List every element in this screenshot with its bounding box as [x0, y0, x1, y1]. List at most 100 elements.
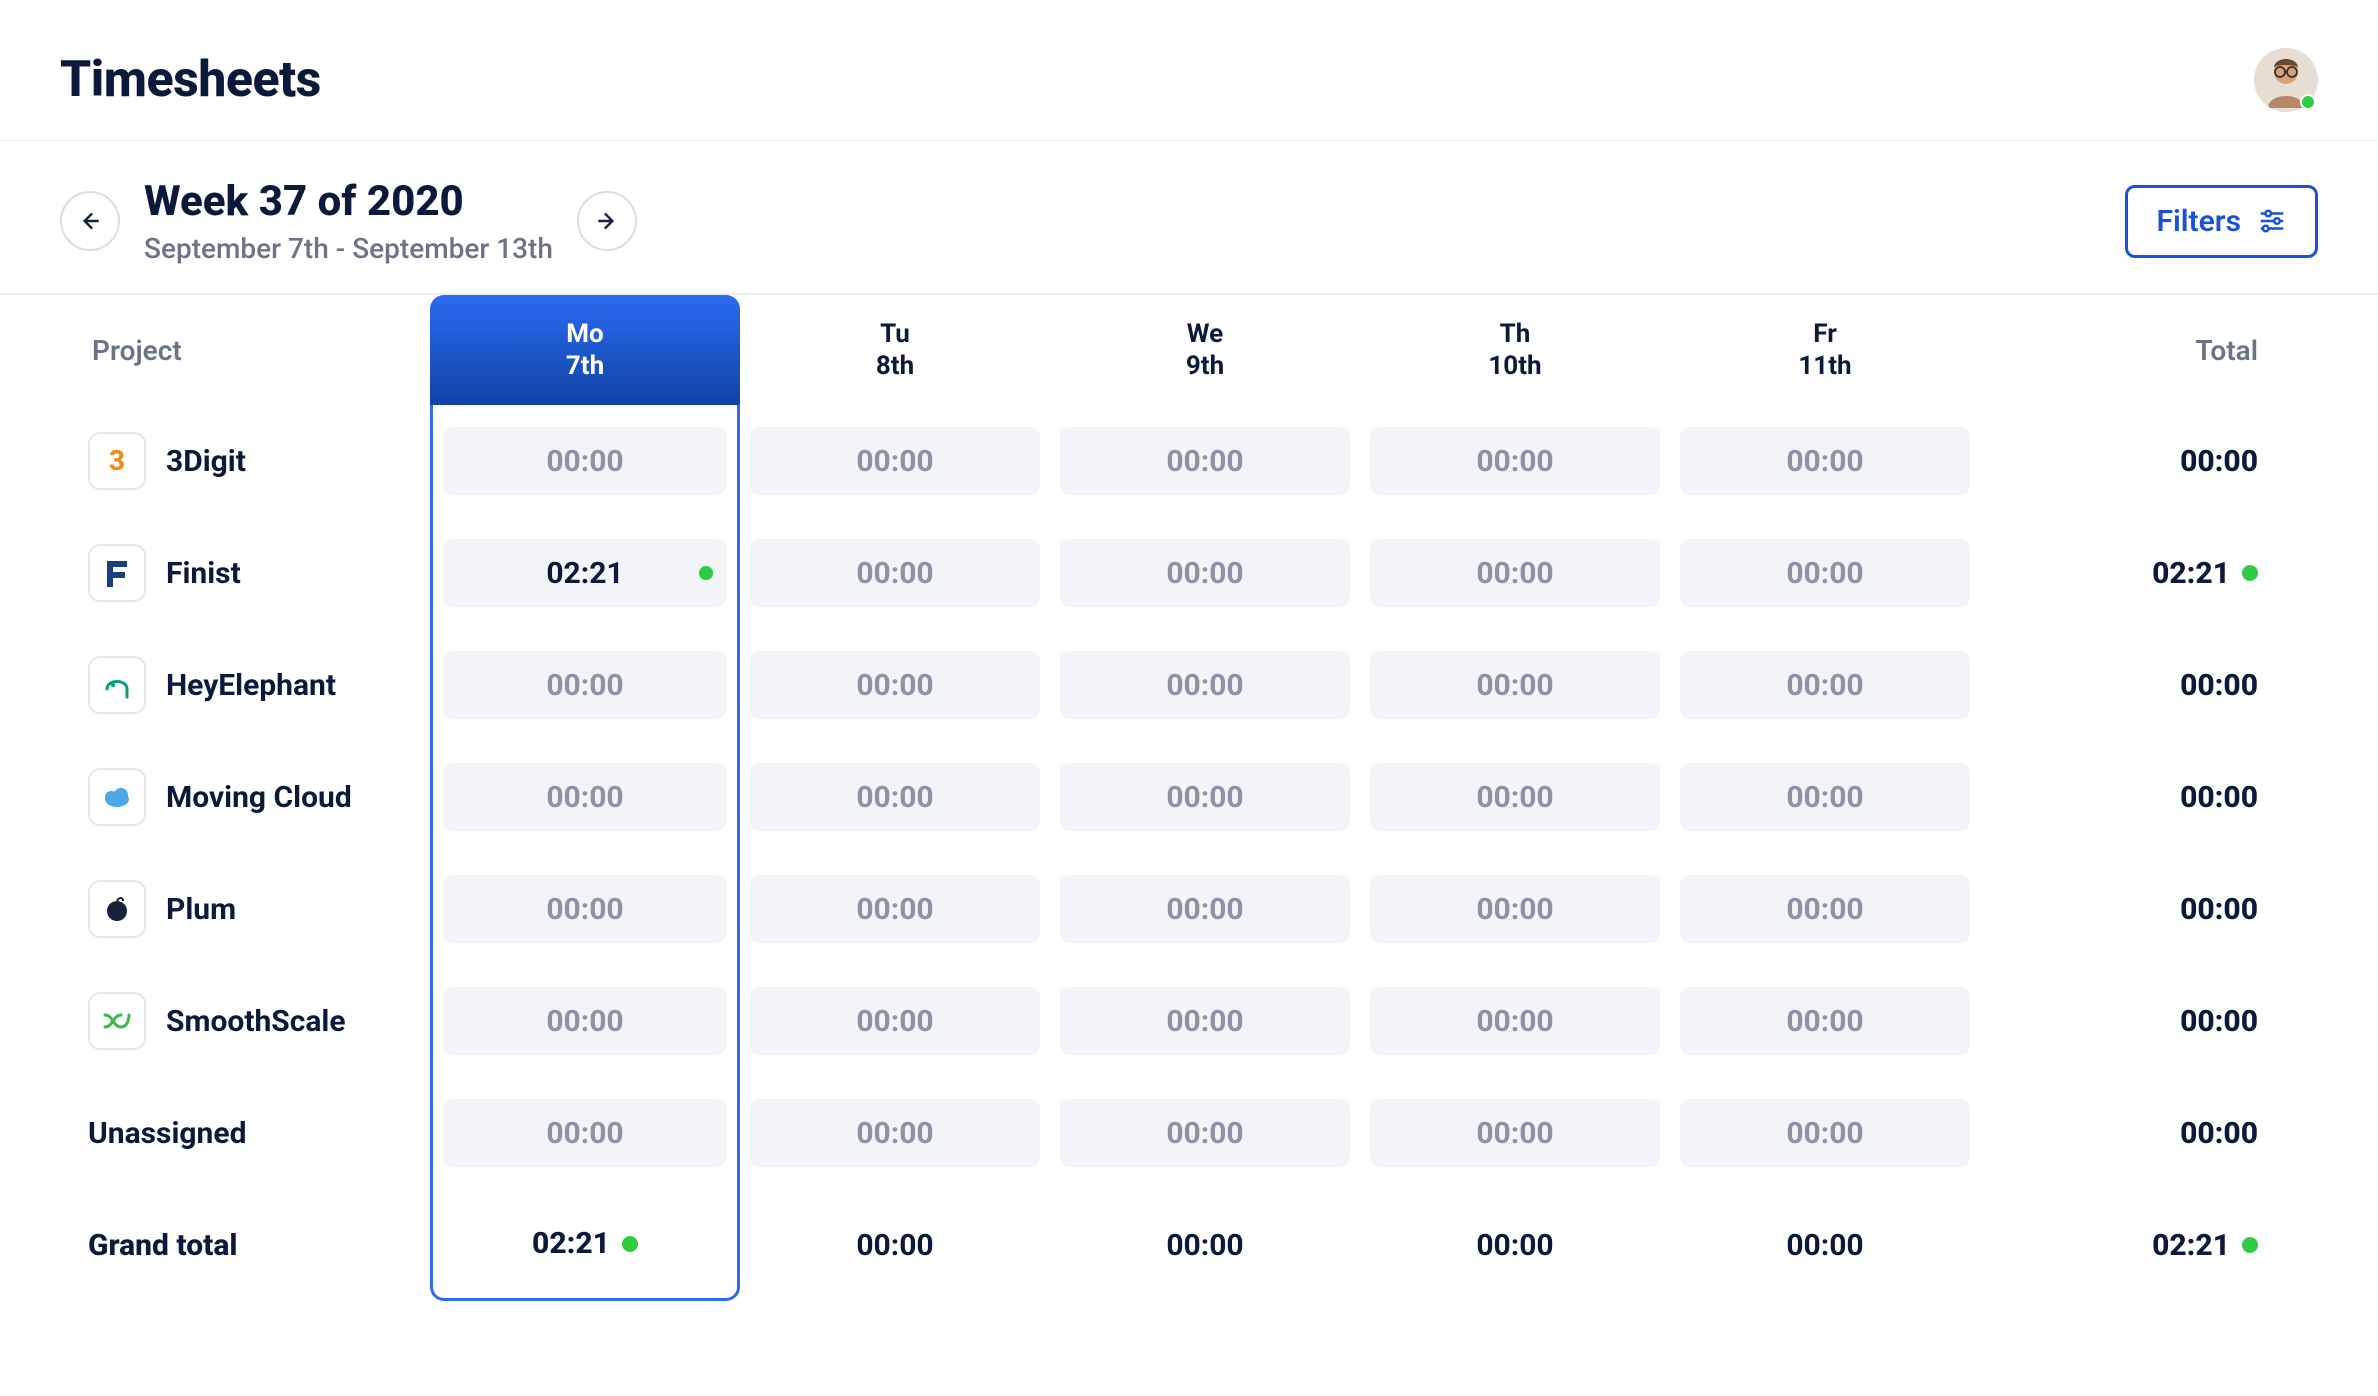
day-header-mo[interactable]: Mo 7th	[430, 295, 740, 405]
time-cell[interactable]: 00:00	[1680, 875, 1970, 943]
arrow-left-icon	[77, 208, 103, 234]
day-abbr: Tu	[880, 319, 910, 349]
time-cell[interactable]: 00:00	[1680, 651, 1970, 719]
time-cell[interactable]: 00:00	[1060, 763, 1350, 831]
time-value: 00:00	[1166, 556, 1243, 591]
day-abbr: Th	[1500, 319, 1531, 349]
time-value: 00:00	[546, 444, 623, 479]
time-cell[interactable]: 00:00	[1680, 763, 1970, 831]
time-cell[interactable]: 00:00	[1370, 651, 1660, 719]
table-row: HeyElephant 00:00 00:00 00:00	[60, 629, 2318, 741]
time-cell[interactable]: 00:00	[1680, 1099, 1970, 1167]
time-value: 00:00	[1166, 780, 1243, 815]
time-cell[interactable]: 00:00	[1060, 651, 1350, 719]
project-icon	[88, 656, 146, 714]
svg-text:3: 3	[109, 444, 125, 477]
grand-total-day: 00:00	[856, 1189, 933, 1301]
time-cell[interactable]: 00:00	[750, 539, 1040, 607]
time-value: 00:00	[1166, 892, 1243, 927]
table-row: Plum 00:00 00:00 00:00	[60, 853, 2318, 965]
time-cell[interactable]: 00:00	[750, 875, 1040, 943]
project-cell[interactable]: 33Digit	[60, 432, 430, 490]
grand-total-label-cell: Grand total	[60, 1228, 430, 1263]
day-header-we[interactable]: We 9th	[1050, 295, 1360, 405]
column-header-total: Total	[1980, 334, 2318, 367]
project-cell[interactable]: Finist	[60, 544, 430, 602]
time-cell[interactable]: 00:00	[443, 763, 727, 831]
time-value: 00:00	[1476, 780, 1553, 815]
time-cell[interactable]: 00:00	[1370, 763, 1660, 831]
time-cell[interactable]: 00:00	[1370, 875, 1660, 943]
time-cell[interactable]: 00:00	[1370, 539, 1660, 607]
row-total: 00:00	[1980, 1004, 2318, 1039]
row-total-value: 00:00	[2180, 668, 2258, 703]
day-header-th[interactable]: Th 10th	[1360, 295, 1670, 405]
time-value: 00:00	[1786, 892, 1863, 927]
row-total: 02:21	[1980, 556, 2318, 591]
prev-week-button[interactable]	[60, 191, 120, 251]
time-cell[interactable]: 00:00	[750, 427, 1040, 495]
time-cell[interactable]: 00:00	[443, 427, 727, 495]
time-value: 00:00	[1476, 1116, 1553, 1151]
sliders-icon	[2257, 206, 2287, 236]
project-icon	[88, 544, 146, 602]
row-total-value: 00:00	[2180, 780, 2258, 815]
time-value: 00:00	[546, 1116, 623, 1151]
running-dot-icon	[699, 566, 713, 580]
project-cell[interactable]: HeyElephant	[60, 656, 430, 714]
project-name: HeyElephant	[166, 668, 336, 703]
time-cell[interactable]: 00:00	[1680, 539, 1970, 607]
time-cell[interactable]: 00:00	[750, 1099, 1040, 1167]
time-cell[interactable]: 00:00	[1060, 539, 1350, 607]
day-ordinal: 9th	[1186, 351, 1224, 381]
time-cell[interactable]: 00:00	[443, 875, 727, 943]
running-dot-icon	[2242, 565, 2258, 581]
time-cell[interactable]: 00:00	[1370, 427, 1660, 495]
time-value: 00:00	[1166, 1116, 1243, 1151]
time-value: 00:00	[1786, 556, 1863, 591]
time-cell[interactable]: 02:21	[443, 539, 727, 607]
time-cell[interactable]: 00:00	[1060, 427, 1350, 495]
time-cell[interactable]: 00:00	[750, 651, 1040, 719]
time-cell[interactable]: 00:00	[1370, 1099, 1660, 1167]
filters-button[interactable]: Filters	[2125, 185, 2318, 258]
project-icon	[88, 768, 146, 826]
time-cell[interactable]: 00:00	[1060, 987, 1350, 1055]
project-cell[interactable]: Plum	[60, 880, 430, 938]
grand-total-day: 00:00	[1476, 1189, 1553, 1301]
time-cell[interactable]: 00:00	[1060, 1099, 1350, 1167]
next-week-button[interactable]	[577, 191, 637, 251]
time-value: 00:00	[1166, 1004, 1243, 1039]
time-value: 00:00	[1786, 668, 1863, 703]
filters-label: Filters	[2156, 204, 2241, 239]
time-cell[interactable]: 00:00	[750, 987, 1040, 1055]
time-cell[interactable]: 00:00	[443, 1099, 727, 1167]
time-value: 00:00	[546, 892, 623, 927]
project-cell[interactable]: Unassigned	[60, 1116, 430, 1151]
time-cell[interactable]: 00:00	[443, 987, 727, 1055]
day-header-tu[interactable]: Tu 8th	[740, 295, 1050, 405]
running-dot-icon	[2242, 1237, 2258, 1253]
row-total: 00:00	[1980, 668, 2318, 703]
day-ordinal: 10th	[1488, 351, 1541, 381]
project-cell[interactable]: SmoothScale	[60, 992, 430, 1050]
grand-total-value: 02:21	[2152, 1228, 2230, 1263]
time-cell[interactable]: 00:00	[1680, 427, 1970, 495]
time-cell[interactable]: 00:00	[1060, 875, 1350, 943]
grand-total-day: 02:21	[532, 1189, 638, 1298]
table-row: Moving Cloud 00:00 00:00 00:00	[60, 741, 2318, 853]
presence-dot-icon	[2300, 94, 2316, 110]
project-icon	[88, 992, 146, 1050]
time-value: 00:00	[856, 892, 933, 927]
time-cell[interactable]: 00:00	[1680, 987, 1970, 1055]
time-cell[interactable]: 00:00	[750, 763, 1040, 831]
day-header-fr[interactable]: Fr 11th	[1670, 295, 1980, 405]
time-cell[interactable]: 00:00	[1370, 987, 1660, 1055]
project-cell[interactable]: Moving Cloud	[60, 768, 430, 826]
day-ordinal: 8th	[876, 351, 914, 381]
time-cell[interactable]: 00:00	[443, 651, 727, 719]
avatar[interactable]	[2254, 48, 2318, 112]
time-value: 00:00	[856, 1116, 933, 1151]
day-abbr: We	[1187, 319, 1223, 349]
time-value: 00:00	[1476, 1004, 1553, 1039]
